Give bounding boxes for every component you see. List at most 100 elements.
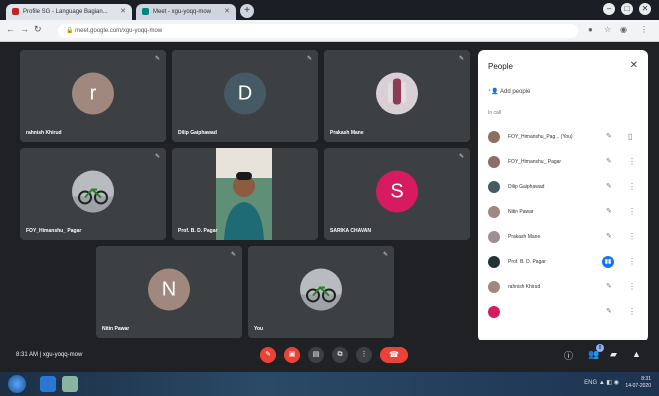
more-options-icon[interactable]: ⋮: [628, 282, 636, 291]
avatar: r: [72, 72, 114, 115]
more-options-button[interactable]: ⋮: [356, 347, 372, 363]
mic-off-icon: ✎: [606, 183, 612, 190]
reload-icon[interactable]: ↻: [34, 24, 42, 35]
participant-name: Dilip Gaiphawad: [178, 130, 217, 136]
mic-muted-icon: ✎: [458, 56, 464, 62]
person-name: FOY_Himanshu_ Pagar: [508, 159, 562, 165]
ie-browser-icon[interactable]: [40, 376, 56, 392]
file-explorer-icon[interactable]: [62, 376, 78, 392]
person-name: FOY_Himanshu_Pag... (You): [508, 134, 573, 140]
mic-muted-icon: ✎: [230, 252, 236, 258]
url-text: meet.google.com/xgu-yoqq-mow: [75, 28, 163, 34]
avatar: [488, 231, 500, 243]
participant-tile[interactable]: ✎ D Dilip Gaiphawad: [172, 50, 318, 142]
participant-tile[interactable]: ✎ N Nitin Pawar: [96, 246, 242, 338]
participant-name: SARIKA CHAVAN: [330, 228, 372, 234]
meeting-info: 8:31 AM | xgu-yoqq-mow: [16, 352, 82, 358]
mic-muted-icon: ✎: [154, 154, 160, 160]
separator: |: [39, 352, 42, 358]
participant-tile[interactable]: ✎ S SARIKA CHAVAN: [324, 148, 470, 240]
clock-time: 8:31: [641, 376, 651, 382]
speaking-indicator-icon: ▮▮: [602, 256, 614, 268]
present-button[interactable]: ⧉: [332, 347, 348, 363]
star-icon[interactable]: ☆: [604, 25, 611, 34]
avatar: [488, 206, 500, 218]
person-row[interactable]: rahnish Khirud ✎ ⋮: [488, 276, 638, 300]
minimize-icon[interactable]: –: [603, 3, 615, 15]
meeting-control-bar: 8:31 AM | xgu-yoqq-mow ✎ ▣ ▤ ⧉ ⋮ ☎ ⓘ 👥 8…: [0, 340, 659, 372]
person-row[interactable]: FOY_Himanshu_Pag... (You) ✎ ▯: [488, 126, 638, 150]
profile-icon[interactable]: ◉: [620, 25, 627, 34]
photo-avatar: [376, 72, 418, 115]
info-icon[interactable]: ⓘ: [564, 349, 573, 362]
person-row[interactable]: ✎ ⋮: [488, 301, 638, 325]
close-tab-icon[interactable]: ✕: [120, 7, 126, 15]
participant-name: Nitin Pawar: [102, 326, 130, 332]
tab-favicon-icon: [12, 8, 19, 15]
participant-tile-video[interactable]: Prof. B. D. Pagar: [172, 148, 318, 240]
participant-tile[interactable]: ✎ Prakash Mane: [324, 50, 470, 142]
person-row[interactable]: Dilip Gaiphawad ✎ ⋮: [488, 176, 638, 200]
more-options-icon[interactable]: ⋮: [628, 307, 636, 316]
close-window-icon[interactable]: ✕: [639, 3, 651, 15]
participant-name: You: [254, 326, 264, 332]
avatar: [488, 156, 500, 168]
person-row[interactable]: Prof. B. D. Pagar ▮▮ ⋮: [488, 251, 638, 275]
avatar: [488, 306, 500, 318]
url-field[interactable]: 🔒 meet.google.com/xgu-yoqq-mow: [58, 24, 578, 38]
participant-name: Prof. B. D. Pagar: [178, 228, 218, 234]
mic-muted-icon: ✎: [458, 154, 464, 160]
back-icon[interactable]: ←: [6, 24, 15, 34]
more-options-icon[interactable]: ⋮: [628, 257, 636, 266]
person-row[interactable]: Prakash Mane ✎ ⋮: [488, 226, 638, 250]
participant-name: Prakash Mane: [330, 130, 364, 136]
chat-icon[interactable]: ▰: [610, 349, 617, 360]
participant-tile[interactable]: ✎ FOY_Himanshu_ Pagar: [20, 148, 166, 240]
more-options-icon[interactable]: ⋮: [628, 157, 636, 166]
avatar: [488, 131, 500, 143]
avatar: [488, 181, 500, 193]
photo-avatar: [72, 170, 114, 213]
more-options-icon[interactable]: ⋮: [628, 182, 636, 191]
tab-title: Meet - xgu-yoqq-mow: [153, 9, 212, 16]
leave-call-button[interactable]: ☎: [380, 347, 408, 363]
clock-date: 14-07-2020: [625, 383, 651, 389]
browser-tab-active[interactable]: Meet - xgu-yoqq-mow ✕: [136, 4, 236, 20]
mic-off-icon: ✎: [606, 283, 612, 290]
close-icon[interactable]: ✕: [630, 60, 638, 71]
person-row[interactable]: Nitin Pawar ✎ ⋮: [488, 201, 638, 225]
close-tab-icon[interactable]: ✕: [224, 7, 230, 15]
in-call-label: In call: [488, 110, 502, 116]
menu-icon[interactable]: ⋮: [640, 25, 648, 34]
participant-tile[interactable]: ✎ r rahnish Khirud: [20, 50, 166, 142]
taskbar-clock[interactable]: 8:31 14-07-2020: [625, 376, 651, 390]
add-people-button[interactable]: ⁺👤 Add people: [488, 88, 530, 95]
camera-icon[interactable]: ●: [588, 25, 593, 34]
tab-title: Profile SG - Language Bagian...: [23, 9, 108, 16]
meet-favicon-icon: [142, 8, 149, 15]
activities-icon[interactable]: ▲: [632, 349, 641, 359]
maximize-icon[interactable]: □: [621, 3, 633, 15]
participant-name: FOY_Himanshu_ Pagar: [26, 228, 82, 234]
panel-title: People: [488, 62, 513, 71]
mic-toggle-button[interactable]: ✎: [260, 347, 276, 363]
person-row[interactable]: FOY_Himanshu_ Pagar ✎ ⋮: [488, 151, 638, 175]
meeting-code: xgu-yoqq-mow: [42, 352, 83, 358]
camera-toggle-button[interactable]: ▣: [284, 347, 300, 363]
mic-off-icon: ✎: [606, 308, 612, 315]
more-options-icon[interactable]: ⋮: [628, 207, 636, 216]
self-tile[interactable]: ✎ You: [248, 246, 394, 338]
more-options-icon[interactable]: ⋮: [628, 232, 636, 241]
browser-tab[interactable]: Profile SG - Language Bagian... ✕: [6, 4, 132, 20]
language-indicator[interactable]: ENG: [584, 380, 597, 386]
system-tray: ENG ▲ ◧ ◉: [584, 380, 619, 386]
forward-icon[interactable]: →: [20, 24, 29, 34]
new-tab-button[interactable]: +: [240, 4, 254, 18]
person-name: Prakash Mane: [508, 234, 541, 240]
meeting-time: 8:31 AM: [16, 352, 39, 358]
captions-button[interactable]: ▤: [308, 347, 324, 363]
pin-icon[interactable]: ▯: [628, 132, 632, 141]
start-button-icon[interactable]: [8, 375, 26, 393]
mic-muted-icon: ✎: [382, 252, 388, 258]
mic-off-icon: ✎: [606, 133, 612, 140]
